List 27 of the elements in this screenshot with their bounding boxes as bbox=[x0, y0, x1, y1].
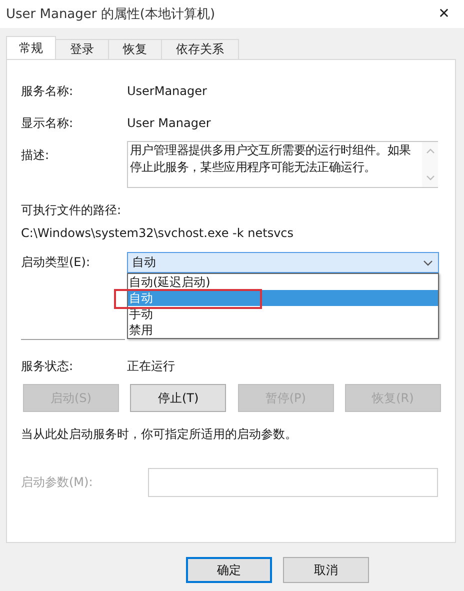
hint-text: 当从此处启动服务时，你可指定所适用的启动参数。 bbox=[21, 426, 298, 442]
cancel-button[interactable]: 取消 bbox=[283, 557, 369, 583]
window-title: User Manager 的属性(本地计算机) bbox=[6, 6, 216, 23]
service-button[interactable]: 停止(T) bbox=[130, 384, 226, 412]
tab[interactable]: 常规 bbox=[6, 36, 56, 59]
field-label: 描述: bbox=[21, 147, 50, 164]
startup-type-dropdown[interactable]: 自动 bbox=[127, 252, 439, 273]
ok-button[interactable]: 确定 bbox=[186, 557, 272, 583]
description-box[interactable]: 用户管理器提供多用户交互所需要的运行时组件。如果停止此服务，某些应用程序可能无法正确运行。 bbox=[127, 141, 438, 188]
tab[interactable]: 依存关系 bbox=[161, 39, 239, 59]
dropdown-option[interactable]: 禁用 bbox=[128, 322, 438, 338]
dropdown-option[interactable]: 自动(延迟启动) bbox=[128, 274, 438, 290]
field-label: 显示名称: bbox=[21, 114, 74, 132]
scroll-down-icon[interactable] bbox=[426, 175, 434, 181]
field-label: 服务名称: bbox=[21, 82, 74, 100]
field-label: 可执行文件的路径: bbox=[21, 202, 122, 218]
caret-icon bbox=[423, 260, 433, 266]
status-text: 正在运行 bbox=[127, 358, 175, 374]
path-text: C:\Windows\system32\svchost.exe -k netsvcs bbox=[21, 226, 295, 242]
close-button[interactable]: ✕ bbox=[424, 0, 464, 28]
description-text: 用户管理器提供多用户交互所需要的运行时组件。如果停止此服务，某些应用程序可能无法正确运行。 bbox=[129, 142, 412, 176]
scroll-up-icon[interactable] bbox=[426, 148, 434, 154]
field-value: User Manager bbox=[127, 116, 211, 130]
field-label: 启动参数(M): bbox=[21, 474, 94, 491]
field-label: 服务状态: bbox=[21, 358, 74, 374]
field-value: UserManager bbox=[127, 84, 207, 98]
field-label: 启动类型(E): bbox=[21, 254, 91, 271]
